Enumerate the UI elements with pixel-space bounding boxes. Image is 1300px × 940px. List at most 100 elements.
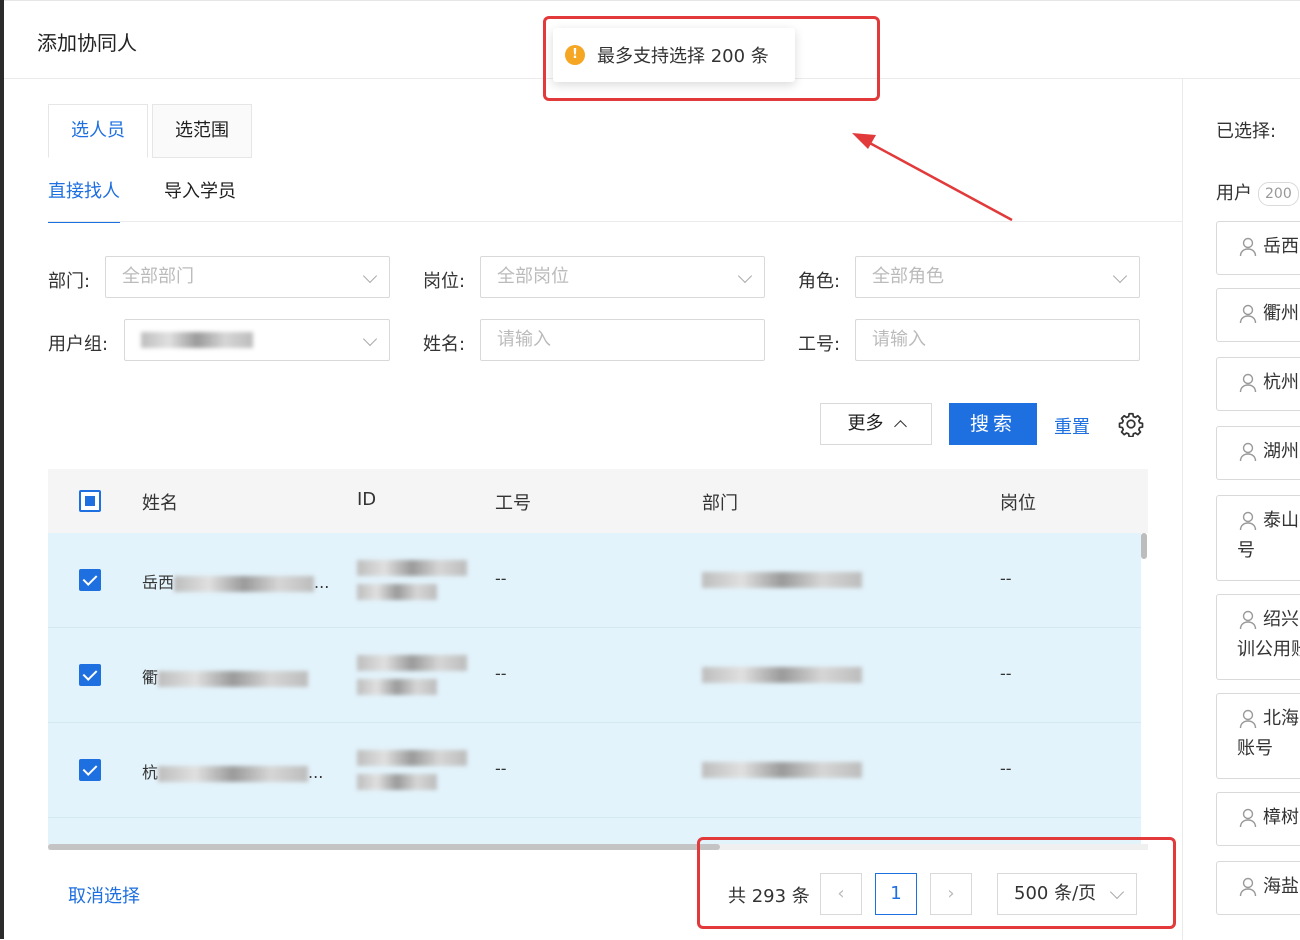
- role-label-text: 角色: [798, 271, 834, 292]
- col-department: 部门: [702, 493, 738, 514]
- selected-user-name: 泰山: [1263, 510, 1299, 531]
- selected-user-card[interactable]: 湖州: [1216, 426, 1300, 480]
- name-placeholder: 请输入: [497, 329, 551, 350]
- row-checkbox[interactable]: [79, 569, 101, 591]
- position-label-text: 岗位: [423, 271, 459, 292]
- subtab-direct-search[interactable]: 直接找人: [48, 177, 120, 223]
- department-label: 部门:: [48, 271, 91, 292]
- cancel-selection-link[interactable]: 取消选择: [68, 882, 140, 908]
- table-vertical-scrollbar[interactable]: [1141, 533, 1147, 559]
- selected-user-card[interactable]: 绍兴训公用账: [1216, 594, 1300, 680]
- selected-count-badge: 200: [1258, 182, 1299, 206]
- selected-user-name: 樟树: [1263, 807, 1299, 828]
- chevron-down-icon: [362, 331, 378, 347]
- page-size-select[interactable]: 500 条/页: [997, 873, 1137, 915]
- name-label: 姓名:: [423, 334, 466, 355]
- role-placeholder: 全部角色: [872, 266, 944, 287]
- prev-page-button[interactable]: ‹: [820, 873, 862, 915]
- subtab-divider: [48, 221, 1182, 222]
- department-label-text: 部门: [48, 271, 84, 292]
- user-icon: [1239, 511, 1257, 531]
- redacted-id-line2: [357, 679, 437, 695]
- chevron-up-icon: [893, 420, 907, 433]
- employee-no-input[interactable]: 请输入: [855, 319, 1140, 361]
- department-select[interactable]: 全部部门: [105, 256, 390, 298]
- page-button-current[interactable]: 1: [875, 873, 917, 915]
- next-page-button[interactable]: ›: [930, 873, 972, 915]
- settings-gear-icon[interactable]: [1118, 411, 1144, 437]
- selected-users-header: 用户 200: [1216, 179, 1299, 206]
- selected-user-card[interactable]: 杭州: [1216, 357, 1300, 411]
- row-id: [357, 652, 467, 695]
- col-employee-no: 工号: [495, 493, 531, 514]
- user-icon: [1239, 877, 1257, 897]
- position-select[interactable]: 全部岗位: [480, 256, 765, 298]
- row-name-text: 岳西: [142, 573, 175, 592]
- employee-no-label-text: 工号: [798, 334, 834, 355]
- row-name: 岳西...: [142, 569, 329, 593]
- redacted-department: [702, 761, 862, 778]
- select-all-checkbox[interactable]: [79, 490, 101, 512]
- main-tabs: 选人员 选范围: [48, 104, 256, 158]
- sub-tabs: 直接找人 导入学员: [48, 177, 280, 223]
- selected-user-name: 杭州: [1263, 372, 1299, 393]
- redacted-id-line1: [357, 559, 467, 576]
- selected-user-card[interactable]: 北海 账号: [1216, 693, 1300, 779]
- row-name-ellipsis: ...: [314, 573, 330, 592]
- selection-panel: 选人员 选范围 直接找人 导入学员 部门: 全部部门 岗位: 全部岗位 角色: …: [4, 79, 1182, 940]
- chevron-down-icon: [737, 268, 753, 284]
- tab-select-scope[interactable]: 选范围: [152, 104, 252, 158]
- total-count: 共 293 条: [728, 886, 810, 907]
- row-position: --: [1000, 759, 1012, 778]
- redacted-name: [158, 765, 309, 782]
- position-placeholder: 全部岗位: [497, 266, 569, 287]
- selected-title: 已选择:: [1216, 121, 1277, 142]
- user-icon: [1239, 442, 1257, 462]
- row-employee-no: --: [495, 759, 507, 778]
- employee-no-placeholder: 请输入: [872, 329, 926, 350]
- user-group-label-text: 用户组: [48, 334, 102, 355]
- row-checkbox[interactable]: [79, 664, 101, 686]
- table-row[interactable]: 杭... -- --: [48, 723, 1141, 818]
- table-row[interactable]: 岳西... -- --: [48, 533, 1141, 628]
- subtab-import-students[interactable]: 导入学员: [164, 177, 236, 221]
- row-employee-no: --: [495, 569, 507, 588]
- row-department: [702, 664, 862, 683]
- selected-user-card[interactable]: 樟树: [1216, 792, 1300, 846]
- row-checkbox[interactable]: [79, 759, 101, 781]
- table-row[interactable]: 衢 -- --: [48, 628, 1141, 723]
- reset-link[interactable]: 重置: [1054, 413, 1090, 439]
- user-group-select[interactable]: [124, 319, 390, 361]
- search-button[interactable]: 搜索: [949, 403, 1037, 445]
- chevron-down-icon: [1112, 268, 1128, 284]
- selected-user-card[interactable]: 海盐: [1216, 861, 1300, 915]
- row-employee-no: --: [495, 664, 507, 683]
- more-button[interactable]: 更多: [820, 403, 932, 445]
- selected-user-name-cont: 账号: [1237, 738, 1273, 759]
- table-header: 姓名 ID 工号 部门 岗位: [48, 469, 1148, 533]
- name-input[interactable]: 请输入: [480, 319, 765, 361]
- row-name: 衢: [142, 664, 309, 688]
- selected-user-card[interactable]: 泰山号: [1216, 495, 1300, 581]
- role-select[interactable]: 全部角色: [855, 256, 1140, 298]
- chevron-down-icon: [1109, 884, 1125, 900]
- tab-select-people[interactable]: 选人员: [48, 104, 148, 158]
- row-name: 杭...: [142, 759, 323, 783]
- table-horizontal-scrollbar[interactable]: [48, 844, 720, 850]
- employee-no-label: 工号:: [798, 334, 841, 355]
- redacted-id-line2: [357, 774, 437, 790]
- dialog-title: 添加协同人: [37, 31, 137, 55]
- selected-user-name-cont: 训公用账: [1237, 639, 1300, 660]
- redacted-id-line1: [357, 654, 467, 671]
- role-label: 角色:: [798, 271, 841, 292]
- add-collaborator-dialog: 添加协同人 选人员 选范围 直接找人 导入学员 部门: 全部部门 岗位: 全部岗…: [4, 0, 1300, 940]
- redacted-department: [702, 571, 862, 588]
- selected-user-name: 湖州: [1263, 441, 1299, 462]
- redacted-department: [702, 666, 862, 683]
- selected-user-name: 海盐: [1263, 876, 1299, 897]
- redacted-id-line2: [357, 584, 437, 600]
- selected-user-card[interactable]: 衢州: [1216, 288, 1300, 342]
- row-id: [357, 557, 467, 600]
- warning-toast: ! 最多支持选择 200 条: [553, 28, 795, 82]
- selected-user-card[interactable]: 岳西: [1216, 221, 1300, 275]
